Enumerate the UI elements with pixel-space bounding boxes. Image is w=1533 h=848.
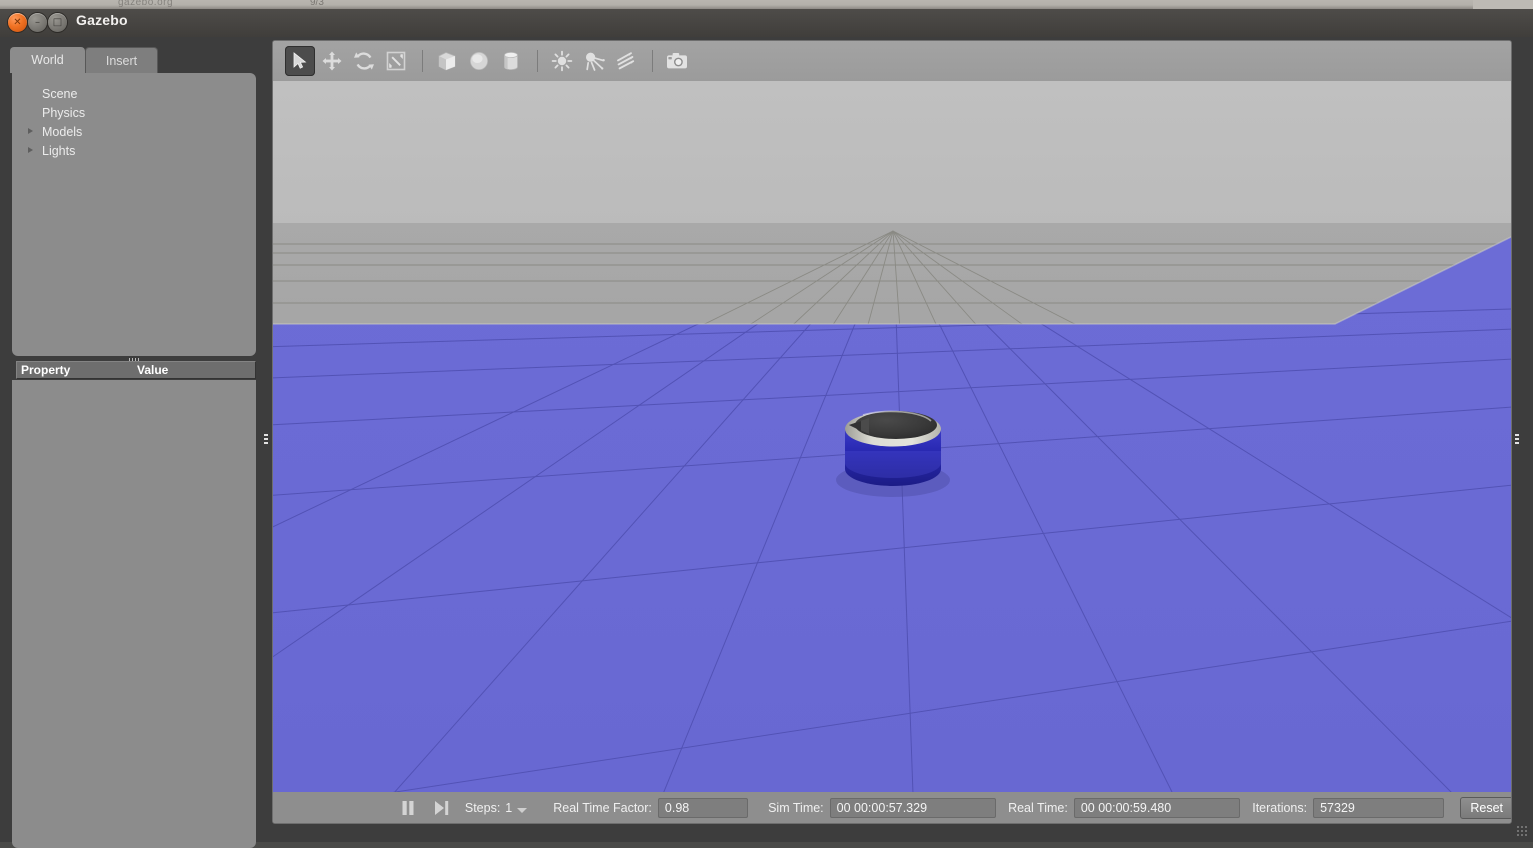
steps-value[interactable]: 1: [505, 801, 512, 815]
insert-box-icon[interactable]: [432, 46, 462, 76]
reset-button-label: Reset: [1470, 800, 1503, 815]
spot-light-icon[interactable]: [579, 46, 609, 76]
background-window-right: [1473, 0, 1533, 9]
panel-tabbar: World Insert: [10, 47, 260, 73]
tree-item-scene[interactable]: Scene: [12, 84, 256, 103]
titlebar: ✕ – □ Gazebo: [0, 9, 1533, 37]
maximize-glyph: □: [52, 16, 63, 28]
tab-world[interactable]: World: [10, 47, 85, 73]
real-time-factor-value: 0.98: [657, 797, 749, 818]
real-time-text: 00 00:00:59.480: [1080, 800, 1172, 815]
step-icon[interactable]: [428, 796, 455, 820]
gazebo-window: ✕ – □ Gazebo World Insert Scene Physics: [0, 9, 1533, 848]
iterations-label: Iterations:: [1252, 800, 1308, 815]
reset-button[interactable]: Reset: [1460, 796, 1511, 819]
tab-world-label: World: [31, 53, 64, 67]
minimize-icon[interactable]: –: [28, 13, 47, 32]
close-icon[interactable]: ✕: [8, 13, 27, 32]
tree-item-models[interactable]: Models: [12, 122, 256, 141]
toolbar-separator: [652, 50, 653, 72]
directional-light-icon[interactable]: [611, 46, 641, 76]
splitter-grip-icon: [264, 433, 268, 446]
3d-viewport[interactable]: [273, 81, 1511, 794]
resize-grip[interactable]: [1516, 825, 1528, 837]
blue-floor-plane: [273, 236, 1511, 794]
toolbar-separator: [422, 50, 423, 72]
tree-item-lights[interactable]: Lights: [12, 141, 256, 160]
close-glyph: ✕: [13, 16, 22, 28]
tree-item-models-label: Models: [42, 124, 83, 139]
sim-time-label: Sim Time:: [768, 800, 824, 815]
real-time-factor-label: Real Time Factor:: [553, 800, 652, 815]
statusbar-spacer: [273, 807, 394, 808]
property-table-body[interactable]: [12, 380, 256, 848]
sim-time-text: 00 00:00:57.329: [836, 800, 928, 815]
rotate-mode-icon[interactable]: [349, 46, 379, 76]
mobile-robot: [836, 410, 950, 497]
chevron-right-icon[interactable]: [28, 128, 33, 134]
real-time-factor-text: 0.98: [664, 800, 690, 815]
tab-insert[interactable]: Insert: [85, 47, 158, 73]
world-tree[interactable]: Scene Physics Models Lights: [12, 73, 256, 356]
chevron-right-icon[interactable]: [28, 147, 33, 153]
background-window-strip: gazebo.org 9/3: [0, 0, 1533, 9]
scene-toolbar: [273, 41, 1511, 81]
iterations-text: 57329: [1320, 800, 1355, 815]
scale-mode-icon[interactable]: [381, 46, 411, 76]
insert-cylinder-icon[interactable]: [496, 46, 526, 76]
toolbar-separator: [537, 50, 538, 72]
window-title: Gazebo: [76, 12, 128, 28]
property-table-header: Property Value: [16, 361, 256, 379]
translate-mode-icon[interactable]: [317, 46, 347, 76]
steps-label: Steps:: [464, 800, 501, 815]
pause-icon[interactable]: [394, 796, 421, 820]
real-time-value: 00 00:00:59.480: [1073, 797, 1241, 818]
iterations-value: 57329: [1313, 797, 1445, 818]
background-window-title: gazebo.org: [118, 0, 174, 8]
left-splitter[interactable]: [262, 37, 270, 842]
right-splitter[interactable]: [1512, 37, 1522, 842]
real-time-label: Real Time:: [1008, 800, 1068, 815]
column-header-value[interactable]: Value: [137, 363, 168, 377]
tree-item-physics-label: Physics: [42, 105, 86, 120]
scene-geometry: [273, 230, 1511, 794]
chevron-down-icon[interactable]: [517, 807, 528, 813]
tree-item-physics[interactable]: Physics: [12, 103, 256, 122]
statusbar: Steps: 1 Real Time Factor: 0.98 Sim Time…: [273, 792, 1511, 823]
minimize-glyph: –: [35, 16, 40, 28]
tree-item-lights-label: Lights: [42, 143, 76, 158]
column-header-property[interactable]: Property: [21, 363, 137, 377]
insert-sphere-icon[interactable]: [464, 46, 494, 76]
select-mode-icon[interactable]: [285, 46, 315, 76]
left-panel: World Insert Scene Physics Models Lights: [0, 37, 265, 848]
point-light-icon[interactable]: [547, 46, 577, 76]
maximize-icon[interactable]: □: [48, 13, 67, 32]
tab-insert-label: Insert: [105, 53, 138, 68]
render-area: Steps: 1 Real Time Factor: 0.98 Sim Time…: [272, 40, 1512, 824]
splitter-grip-icon: [1515, 433, 1519, 446]
background-window-subtitle: 9/3: [310, 0, 324, 8]
screenshot-icon[interactable]: [662, 46, 692, 76]
sim-time-value: 00 00:00:57.329: [829, 797, 997, 818]
tree-item-scene-label: Scene: [42, 86, 78, 101]
